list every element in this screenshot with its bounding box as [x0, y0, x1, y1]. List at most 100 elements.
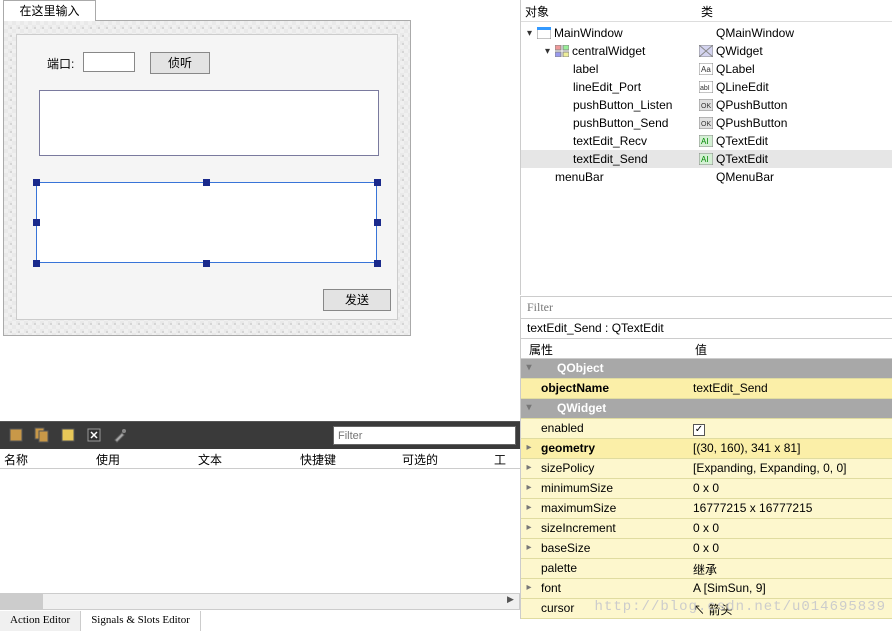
property-row[interactable]: ▸fontA [SimSun, 9] [521, 579, 892, 599]
property-row[interactable]: ▾QObject [521, 359, 892, 379]
class-icon: OK [699, 98, 713, 112]
col-tool[interactable]: 工 [494, 449, 506, 468]
svg-text:Aa: Aa [701, 65, 711, 74]
property-row[interactable]: cursor↖ 箭头 [521, 599, 892, 619]
prop-expand-icon[interactable] [521, 419, 537, 438]
property-row[interactable]: ▸sizeIncrement0 x 0 [521, 519, 892, 539]
property-row[interactable]: ▸sizePolicy[Expanding, Expanding, 0, 0] [521, 459, 892, 479]
group-expand-icon[interactable]: ▾ [521, 359, 537, 378]
object-name: menuBar [555, 170, 604, 184]
horizontal-scrollbar[interactable]: ▶ [0, 593, 520, 610]
resize-handle[interactable] [374, 219, 381, 226]
prop-value[interactable]: ✓ [687, 419, 892, 438]
class-name: QTextEdit [716, 152, 768, 166]
lineedit-port[interactable] [83, 52, 135, 72]
resize-handle[interactable] [33, 260, 40, 267]
tree-expand-icon[interactable]: ▾ [527, 28, 537, 39]
copy-action-icon[interactable] [34, 427, 50, 443]
col-text[interactable]: 文本 [198, 449, 300, 468]
property-row[interactable]: palette继承 [521, 559, 892, 579]
property-row[interactable]: ▸minimumSize0 x 0 [521, 479, 892, 499]
col-name[interactable]: 名称 [4, 449, 96, 468]
property-list[interactable]: ▾QObjectobjectNametextEdit_Send▾QWidgete… [521, 359, 892, 619]
class-name: QMainWindow [716, 26, 794, 40]
tree-row[interactable]: textEdit_RecvAIQTextEdit [521, 132, 892, 150]
prop-key: enabled [537, 419, 687, 438]
enabled-checkbox[interactable]: ✓ [693, 424, 705, 436]
prop-expand-icon[interactable]: ▸ [521, 579, 537, 598]
textedit-send[interactable] [36, 182, 377, 263]
resize-handle[interactable] [203, 260, 210, 267]
object-icon [555, 44, 569, 58]
prop-value[interactable]: 0 x 0 [687, 519, 892, 538]
new-action-icon[interactable] [8, 427, 24, 443]
tree-row[interactable]: labelAaQLabel [521, 60, 892, 78]
prop-expand-icon[interactable]: ▸ [521, 519, 537, 538]
send-button[interactable]: 发送 [323, 289, 391, 311]
tab-signals-slots[interactable]: Signals & Slots Editor [81, 611, 201, 631]
tab-action-editor[interactable]: Action Editor [0, 611, 81, 631]
property-row[interactable]: ▸geometry[(30, 160), 341 x 81] [521, 439, 892, 459]
central-widget-tab[interactable]: 在这里输入 [3, 0, 96, 21]
tree-row[interactable]: menuBarQMenuBar [521, 168, 892, 186]
group-expand-icon[interactable]: ▾ [521, 399, 537, 418]
prop-expand-icon[interactable]: ▸ [521, 539, 537, 558]
prop-value[interactable]: [(30, 160), 341 x 81] [687, 439, 892, 458]
property-row[interactable]: enabled ✓ [521, 419, 892, 439]
tree-row[interactable]: lineEdit_PortabIQLineEdit [521, 78, 892, 96]
delete-action-icon[interactable] [86, 427, 102, 443]
resize-handle[interactable] [374, 179, 381, 186]
prop-value[interactable]: 0 x 0 [687, 479, 892, 498]
col-use[interactable]: 使用 [96, 449, 198, 468]
selected-object-line: textEdit_Send : QTextEdit [521, 319, 892, 339]
prop-value[interactable]: textEdit_Send [687, 379, 892, 398]
tree-row[interactable]: ▾MainWindowQMainWindow [521, 24, 892, 42]
prop-expand-icon[interactable]: ▸ [521, 439, 537, 458]
tree-row[interactable]: ▾centralWidgetQWidget [521, 42, 892, 60]
prop-value[interactable]: A [SimSun, 9] [687, 579, 892, 598]
col-optional[interactable]: 可选的 [402, 449, 494, 468]
prop-expand-icon[interactable] [521, 599, 537, 618]
action-toolbar [0, 421, 520, 449]
textedit-recv[interactable] [39, 90, 379, 156]
property-row[interactable]: ▸maximumSize16777215 x 16777215 [521, 499, 892, 519]
svg-text:OK: OK [701, 103, 711, 110]
property-row[interactable]: objectNametextEdit_Send [521, 379, 892, 399]
prop-expand-icon[interactable]: ▸ [521, 499, 537, 518]
tree-row[interactable]: pushButton_ListenOKQPushButton [521, 96, 892, 114]
tree-expand-icon[interactable]: ▾ [545, 46, 555, 57]
design-canvas[interactable]: 端口: 侦听 发送 [3, 20, 411, 336]
prop-expand-icon[interactable]: ▸ [521, 459, 537, 478]
prop-value[interactable]: 0 x 0 [687, 539, 892, 558]
class-icon [699, 44, 713, 58]
scrollbar-thumb[interactable] [1, 594, 43, 609]
prop-expand-icon[interactable]: ▸ [521, 479, 537, 498]
property-row[interactable]: ▸baseSize0 x 0 [521, 539, 892, 559]
prop-expand-icon[interactable] [521, 379, 537, 398]
prop-expand-icon[interactable] [521, 559, 537, 578]
resize-handle[interactable] [33, 179, 40, 186]
paste-action-icon[interactable] [60, 427, 76, 443]
tree-row[interactable]: textEdit_SendAIQTextEdit [521, 150, 892, 168]
resize-handle[interactable] [33, 219, 40, 226]
col-shortcut[interactable]: 快捷键 [300, 449, 402, 468]
prop-col-attr[interactable]: 属性 [521, 339, 687, 358]
resize-handle[interactable] [374, 260, 381, 267]
prop-value[interactable]: 继承 [687, 559, 892, 578]
prop-value[interactable]: ↖ 箭头 [687, 599, 892, 618]
settings-icon[interactable] [112, 427, 128, 443]
inspector-col-class[interactable]: 类 [701, 3, 713, 18]
action-filter-input[interactable] [333, 426, 516, 445]
resize-handle[interactable] [203, 179, 210, 186]
prop-value[interactable]: 16777215 x 16777215 [687, 499, 892, 518]
prop-col-val[interactable]: 值 [687, 339, 715, 358]
group-name: QObject [537, 359, 687, 378]
property-row[interactable]: ▾QWidget [521, 399, 892, 419]
tree-row[interactable]: pushButton_SendOKQPushButton [521, 114, 892, 132]
object-tree[interactable]: ▾MainWindowQMainWindow▾centralWidgetQWid… [521, 22, 892, 188]
listen-button[interactable]: 侦听 [150, 52, 210, 74]
property-filter-input[interactable]: Filter [521, 297, 892, 319]
prop-value[interactable]: [Expanding, Expanding, 0, 0] [687, 459, 892, 478]
scroll-right-icon[interactable]: ▶ [502, 594, 519, 609]
inspector-col-object[interactable]: 对象 [525, 3, 701, 18]
